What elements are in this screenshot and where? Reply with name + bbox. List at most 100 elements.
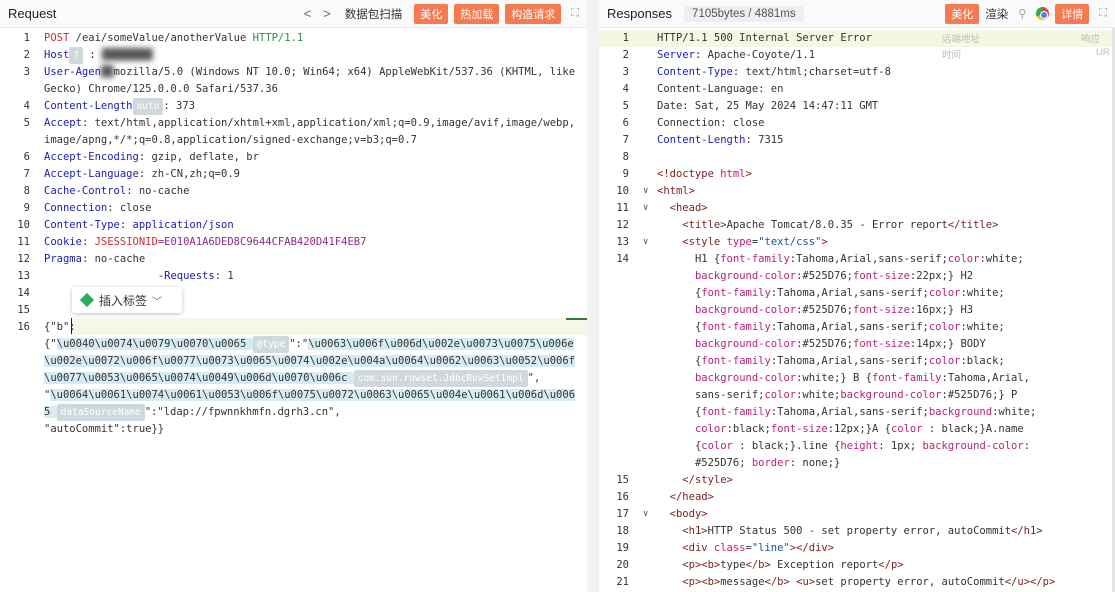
- request-beautify-button[interactable]: 美化: [414, 3, 449, 24]
- code-line[interactable]: {font-family:Tahoma,Arial,sans-serif;col…: [599, 353, 1115, 370]
- code-line[interactable]: color:black;font-size:12px;}A {color : b…: [599, 421, 1115, 438]
- code-line[interactable]: background-color:#525D76;font-size:16px;…: [599, 302, 1115, 319]
- fold-gutter: [643, 523, 657, 540]
- code-line[interactable]: 12 Pragma: no-cache: [0, 251, 587, 268]
- code-line[interactable]: 10 ∨ <html>: [599, 183, 1115, 200]
- code-line[interactable]: 13 -Requests: 1: [0, 268, 587, 285]
- code-token: >: [821, 236, 828, 248]
- code-line[interactable]: background-color:white;} B {font-family:…: [599, 370, 1115, 387]
- line-code: background-color:#525D76;font-size:16px;…: [657, 302, 1115, 319]
- construct-request-button[interactable]: 构造请求: [505, 3, 562, 24]
- code-token: :#525D76;: [796, 270, 853, 282]
- code-token: :Tahoma,Arial,sans-serif;: [770, 355, 929, 367]
- code-line[interactable]: 9 Connection: close: [0, 200, 587, 217]
- code-line[interactable]: {"\u0040\u0074\u0079\u0070\u0065 @type ":…: [0, 336, 587, 387]
- code-line[interactable]: 2 Host? : ████████: [0, 47, 587, 64]
- code-line[interactable]: {font-family:Tahoma,Arial,sans-serif;col…: [599, 285, 1115, 302]
- code-line[interactable]: 16 {"b":: [0, 319, 587, 336]
- code-line[interactable]: 17 ∨ <body>: [599, 506, 1115, 523]
- request-editor[interactable]: 1 POST /eai/someValue/anotherValue HTTP/1…: [0, 28, 587, 438]
- line-number: 10: [17, 219, 30, 231]
- insert-tag-dropdown[interactable]: 插入标签 ﹀: [72, 287, 182, 313]
- code-token: mozilla/5.0 (Windows NT 10.0; Win64; x64…: [44, 66, 582, 95]
- code-token: :Tahoma,Arial,: [941, 372, 1031, 384]
- code-line[interactable]: 3 Content-Type: text/html;charset=utf-8: [599, 64, 1115, 81]
- response-editor[interactable]: 1 HTTP/1.1 500 Internal Server Error 2 Serv…: [599, 28, 1115, 591]
- code-line[interactable]: 5 Accept: text/html,application/xhtml+xml…: [0, 115, 587, 149]
- code-line[interactable]: sans-serif;color:white;background-color:…: [599, 387, 1115, 404]
- code-line[interactable]: 13 ∨ <style type="text/css">: [599, 234, 1115, 251]
- response-title: Responses: [607, 6, 673, 21]
- line-number: 13: [17, 270, 30, 282]
- code-line[interactable]: 20 <p><b>type</b> Exception report</p>: [599, 557, 1115, 574]
- expand-icon[interactable]: ⛶: [1099, 7, 1107, 20]
- render-button[interactable]: 渲染: [985, 6, 1008, 22]
- code-token: background-color: [694, 338, 797, 350]
- code-line[interactable]: 5 Date: Sat, 25 May 2024 14:47:11 GMT: [599, 98, 1115, 115]
- fold-chevron-icon[interactable]: ∨: [643, 234, 657, 251]
- code-line[interactable]: 15 </style>: [599, 472, 1115, 489]
- next-arrow-icon[interactable]: >: [323, 6, 331, 21]
- code-line[interactable]: {font-family:Tahoma,Arial,sans-serif;col…: [599, 319, 1115, 336]
- code-token: <body>: [669, 508, 708, 520]
- search-icon[interactable]: ⚲: [1018, 7, 1026, 20]
- code-line[interactable]: 10 Content-Type: application/json: [0, 217, 587, 234]
- line-code: Connection: close: [657, 115, 1115, 132]
- line-number: 15: [616, 474, 629, 486]
- response-note: 响应: [1081, 34, 1101, 45]
- code-line[interactable]: 6 Connection: close: [599, 115, 1115, 132]
- line-code: <p><b>type</b> Exception report</p>: [657, 557, 1115, 574]
- capture-scan-button[interactable]: 数据包扫描: [345, 6, 403, 22]
- code-line[interactable]: 8: [599, 149, 1115, 166]
- details-button[interactable]: 详情: [1055, 3, 1090, 24]
- code-line[interactable]: 7 Content-Length: 7315: [599, 132, 1115, 149]
- code-line[interactable]: background-color:#525D76;font-size:14px;…: [599, 336, 1115, 353]
- code-line[interactable]: {color : black;}.line {height: 1px; back…: [599, 438, 1115, 455]
- line-number: [599, 404, 643, 421]
- code-line[interactable]: 19 <div class="line"></div>: [599, 540, 1115, 557]
- line-number: [599, 336, 643, 353]
- chrome-icon[interactable]: [1036, 7, 1050, 20]
- code-line[interactable]: 7 Accept-Language: zh-CN,zh;q=0.9: [0, 166, 587, 183]
- response-beautify-button[interactable]: 美化: [945, 3, 980, 24]
- code-line[interactable]: "autoCommit":true}}: [0, 421, 587, 438]
- code-line[interactable]: 12 <title>Apache Tomcat/8.0.35 - Error r…: [599, 217, 1115, 234]
- line-code: {"b":: [44, 319, 587, 336]
- code-line[interactable]: background-color:#525D76;font-size:22px;…: [599, 268, 1115, 285]
- code-line[interactable]: 11 ∨ <head>: [599, 200, 1115, 217]
- code-line[interactable]: 14 H1 {font-family:Tahoma,Arial,sans-ser…: [599, 251, 1115, 268]
- code-token: \u0040\u0074\u0079\u0070\u0065: [56, 338, 253, 350]
- code-line[interactable]: 6 Accept-Encoding: gzip, deflate, br: [0, 149, 587, 166]
- code-token: Accept-Encoding: [44, 151, 139, 163]
- expand-icon[interactable]: ⛶: [571, 7, 579, 20]
- code-line[interactable]: 1 POST /eai/someValue/anotherValue HTTP/1…: [0, 30, 587, 47]
- code-token: font-size: [853, 270, 910, 282]
- code-line[interactable]: 18 <h1>HTTP Status 500 - set property er…: [599, 523, 1115, 540]
- code-token: :: [81, 236, 95, 248]
- code-line[interactable]: #525D76; border: none;}: [599, 455, 1115, 472]
- code-token: : Apache-Coyote/1.1: [694, 49, 816, 61]
- code-line[interactable]: 8 Cache-Control: no-cache: [0, 183, 587, 200]
- fold-chevron-icon[interactable]: ∨: [643, 200, 657, 217]
- code-line[interactable]: 4 Content-Length auto: 373: [0, 98, 587, 115]
- code-line[interactable]: 9 <!doctype html>: [599, 166, 1115, 183]
- code-line[interactable]: 4 Content-Language: en: [599, 81, 1115, 98]
- fold-chevron-icon[interactable]: ∨: [643, 506, 657, 523]
- line-code: Server: Apache-Coyote/1.1: [657, 47, 1115, 64]
- line-number: 1: [622, 32, 629, 44]
- code-line[interactable]: 3 User-Agen██mozilla/5.0 (Windows NT 10.0…: [0, 64, 587, 98]
- code-line[interactable]: 11 Cookie: JSESSIONID=E010A1A6DED8C9644CF…: [0, 234, 587, 251]
- code-line[interactable]: 1 HTTP/1.1 500 Internal Server Error: [599, 30, 1115, 47]
- code-token: >: [745, 168, 752, 180]
- code-line[interactable]: 21 <p><b>message</b> <u>set property err…: [599, 574, 1115, 591]
- code-line[interactable]: "\u0064\u0061\u0074\u0061\u0053\u006f\u0…: [0, 387, 587, 421]
- line-number: [599, 319, 643, 336]
- code-line[interactable]: 2 Server: Apache-Coyote/1.1: [599, 47, 1115, 64]
- prev-arrow-icon[interactable]: <: [304, 6, 312, 21]
- hotload-button[interactable]: 热加载: [454, 3, 500, 24]
- fold-chevron-icon[interactable]: ∨: [643, 183, 657, 200]
- line-number: 1: [23, 32, 30, 44]
- code-line[interactable]: {font-family:Tahoma,Arial,sans-serif;bac…: [599, 404, 1115, 421]
- code-line[interactable]: 16 </head>: [599, 489, 1115, 506]
